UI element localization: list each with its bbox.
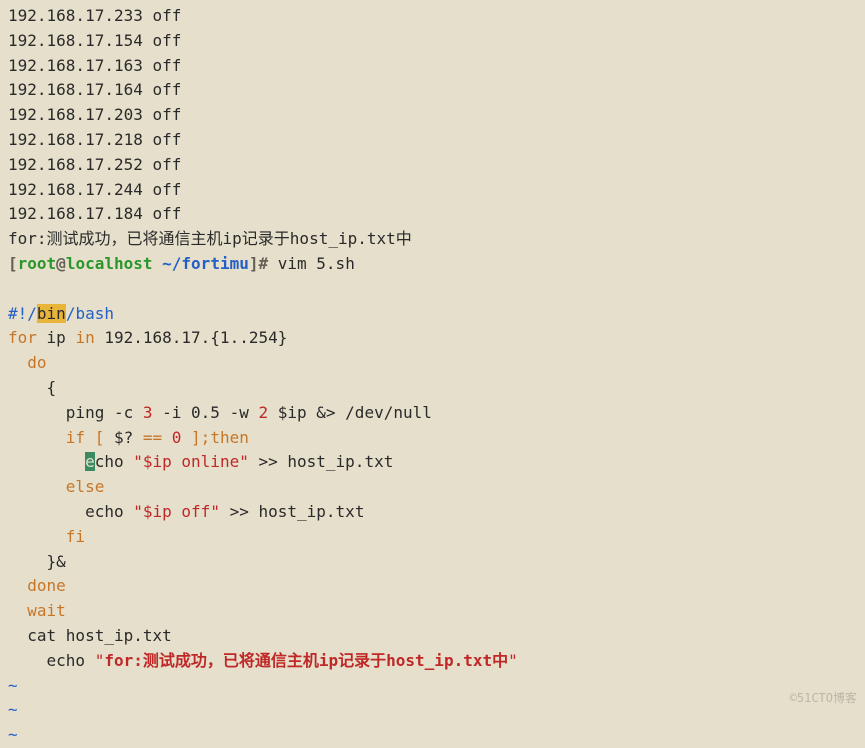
fi-keyword: fi xyxy=(8,527,85,546)
final-echo-cmd: echo xyxy=(8,651,95,670)
eq-op: == xyxy=(133,428,172,447)
result-message: for:测试成功，已将通信主机ip记录于host_ip.txt中 xyxy=(8,227,857,252)
prompt-at: @ xyxy=(56,254,66,273)
output-line: 192.168.17.233 off xyxy=(8,4,857,29)
loop-var: ip xyxy=(37,328,76,347)
wait-keyword: wait xyxy=(8,601,66,620)
ping-opts: -i 0.5 -w xyxy=(153,403,259,422)
brace-open-line[interactable]: { xyxy=(8,376,857,401)
final-echo-line[interactable]: echo "for:测试成功，已将通信主机ip记录于host_ip.txt中" xyxy=(8,649,857,674)
fq2: " xyxy=(508,651,518,670)
shebang-bin: bin xyxy=(37,304,66,323)
off-str: off xyxy=(181,502,210,521)
quote-close2: " xyxy=(210,502,220,521)
ip-var-str2: $ip xyxy=(143,502,182,521)
in-keyword: in xyxy=(75,328,94,347)
shebang-line[interactable]: #!/bin/bash xyxy=(8,302,857,327)
tilde-line: ~ xyxy=(8,674,857,699)
ping-cmd: ping -c xyxy=(8,403,143,422)
shebang-pre: #!/ xyxy=(8,304,37,323)
do-keyword: do xyxy=(8,353,47,372)
then-keyword: then xyxy=(210,428,249,447)
quote-close: " xyxy=(239,452,249,471)
cursor: e xyxy=(85,452,95,471)
quote-open2: " xyxy=(133,502,143,521)
output-line: 192.168.17.203 off xyxy=(8,103,857,128)
shell-prompt[interactable]: [root@localhost ~/fortimu]# vim 5.sh xyxy=(8,252,857,277)
bracket-cond-close: ]; xyxy=(181,428,210,447)
command-text: vim 5.sh xyxy=(268,254,355,273)
output-line: 192.168.17.164 off xyxy=(8,78,857,103)
bracket-open: [ xyxy=(8,254,18,273)
blank-line xyxy=(8,277,857,302)
echo-off-line[interactable]: echo "$ip off" >> host_ip.txt xyxy=(8,500,857,525)
final-msg: for:测试成功，已将通信主机ip记录于host_ip.txt中 xyxy=(104,651,508,670)
prompt-user: root xyxy=(18,254,57,273)
for-line[interactable]: for ip in 192.168.17.{1..254} xyxy=(8,326,857,351)
prompt-host: localhost xyxy=(66,254,153,273)
if-line[interactable]: if [ $? == 0 ];then xyxy=(8,426,857,451)
ping-line[interactable]: ping -c 3 -i 0.5 -w 2 $ip &> /dev/null xyxy=(8,401,857,426)
redir-off: >> host_ip.txt xyxy=(220,502,365,521)
echo-off-cmd: echo xyxy=(8,502,133,521)
output-line: 192.168.17.218 off xyxy=(8,128,857,153)
done-keyword: done xyxy=(8,576,66,595)
cat-line[interactable]: cat host_ip.txt xyxy=(8,624,857,649)
count-3: 3 xyxy=(143,403,153,422)
echo-word: cho xyxy=(95,452,134,471)
bracket-cond-open: [ xyxy=(85,428,114,447)
fi-line[interactable]: fi xyxy=(8,525,857,550)
prompt-path: ~/fortimu xyxy=(153,254,249,273)
echo-online-line[interactable]: echo "$ip online" >> host_ip.txt xyxy=(8,450,857,475)
if-keyword: if xyxy=(8,428,85,447)
output-line: 192.168.17.184 off xyxy=(8,202,857,227)
tilde-line: ~ xyxy=(8,698,857,723)
else-line[interactable]: else xyxy=(8,475,857,500)
else-keyword: else xyxy=(8,477,104,496)
redir-online: >> host_ip.txt xyxy=(249,452,394,471)
exit-status: $? xyxy=(114,428,133,447)
wait-line[interactable]: wait xyxy=(8,599,857,624)
quote-open: " xyxy=(133,452,143,471)
ping-redir: $ip &> /dev/null xyxy=(268,403,432,422)
for-keyword: for xyxy=(8,328,37,347)
do-line[interactable]: do xyxy=(8,351,857,376)
zero-literal: 0 xyxy=(172,428,182,447)
fq1: " xyxy=(95,651,105,670)
online-str: online xyxy=(181,452,239,471)
timeout-2: 2 xyxy=(258,403,268,422)
shebang-post: /bash xyxy=(66,304,114,323)
output-line: 192.168.17.244 off xyxy=(8,178,857,203)
watermark: ©51CTO博客 xyxy=(790,689,857,708)
output-line: 192.168.17.154 off xyxy=(8,29,857,54)
ip-range: 192.168.17.{1..254} xyxy=(95,328,288,347)
ip-var-str: $ip xyxy=(143,452,182,471)
output-line: 192.168.17.163 off xyxy=(8,54,857,79)
brace-close-line[interactable]: }& xyxy=(8,550,857,575)
done-line[interactable]: done xyxy=(8,574,857,599)
output-line: 192.168.17.252 off xyxy=(8,153,857,178)
prompt-hash: # xyxy=(258,254,268,273)
